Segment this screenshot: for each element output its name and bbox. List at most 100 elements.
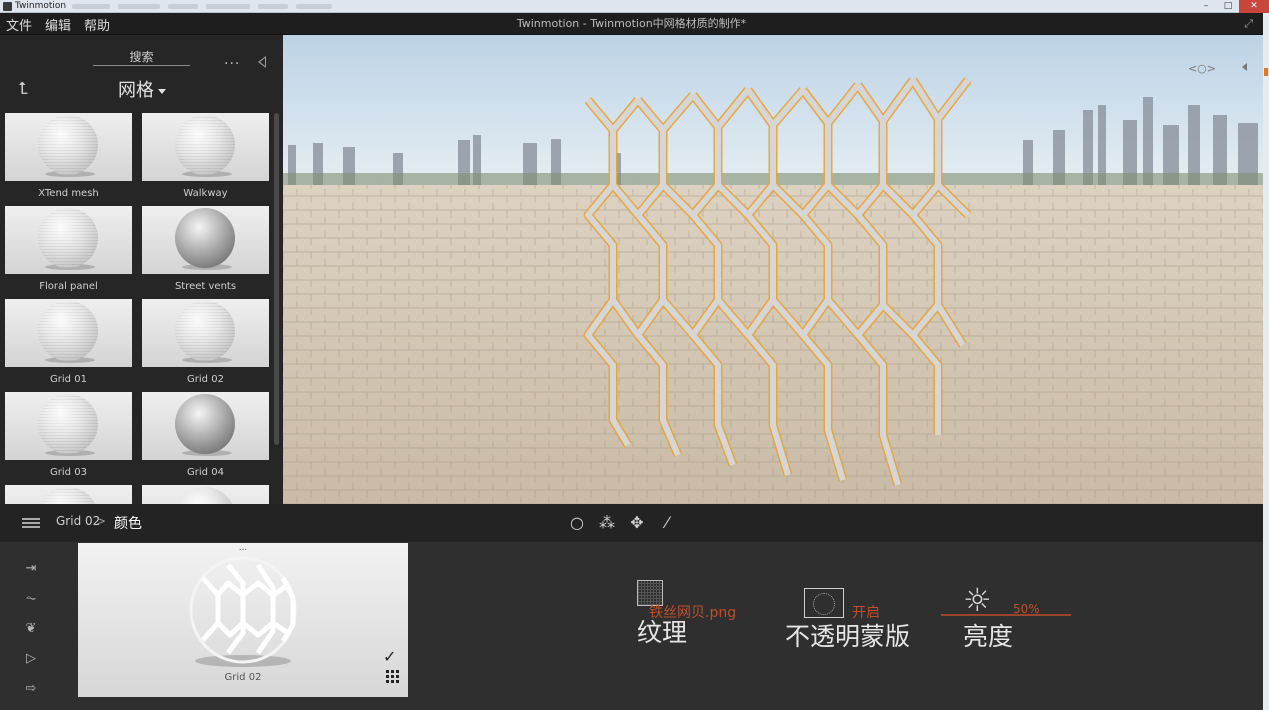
material-thumbnail (5, 299, 132, 367)
library-item[interactable]: XTend mesh (5, 113, 132, 206)
maximize-button[interactable]: □ (1217, 0, 1239, 13)
grid-menu-icon[interactable] (386, 670, 399, 683)
expand-icon[interactable]: ⤢ (1244, 17, 1253, 31)
material-thumbnail (142, 485, 269, 504)
blurred-tab (296, 4, 332, 9)
breadcrumb-section: 颜色 (114, 516, 142, 532)
library-panel: 搜索 ... ⮤ 网格 XTend mesh Walkway Floral pa… (0, 35, 283, 504)
brightness-label: 亮度 (963, 622, 1014, 651)
app-window: Twinmotion – □ ✕ Twinmotion - Twinmotion… (0, 0, 1269, 710)
blurred-tab (168, 4, 198, 9)
edge-marker (1264, 68, 1268, 76)
menu-help[interactable]: 帮助 (84, 15, 110, 34)
library-item-label: Street vents (174, 281, 237, 292)
hamburger-menu-icon[interactable] (22, 518, 40, 528)
breadcrumb-material[interactable]: Grid 02 (56, 514, 100, 528)
3d-viewport[interactable]: <○> (283, 35, 1263, 504)
waveform-icon[interactable]: ⏦ (16, 584, 46, 614)
opacity-mask-property[interactable]: 开启 不透明蒙版 (785, 578, 935, 654)
collapse-panel-icon[interactable] (258, 56, 266, 68)
material-thumbnail (5, 392, 132, 460)
category-dropdown[interactable]: 网格 (118, 76, 166, 102)
material-thumbnail (5, 206, 132, 274)
material-brush-icon[interactable]: ⁂ (592, 512, 622, 534)
select-tool-icon[interactable]: ○ (562, 512, 592, 534)
texture-property[interactable]: 铁丝网贝.png 纹理 (637, 578, 777, 654)
eyedropper-icon[interactable]: ⁄ (652, 512, 682, 534)
import-icon[interactable]: ⇥ (16, 554, 46, 584)
material-thumbnail (142, 113, 269, 181)
minimize-button[interactable]: – (1195, 0, 1217, 13)
brightness-property[interactable]: ☼ 50% 亮度 (941, 578, 1081, 654)
properties-panel: ⇥ ⏦ ❦ ▷ ⇨ ... Grid 02 ✓ 铁丝网贝.png 纹理 开启 不… (0, 542, 1263, 710)
back-arrow-icon[interactable]: ⮤ (18, 79, 28, 99)
library-item-label: Grid 04 (187, 467, 224, 478)
app-icon (3, 2, 12, 11)
window-title: Twinmotion - Twinmotion中网格材质的制作* (516, 17, 747, 30)
library-item-label: Grid 03 (50, 467, 87, 478)
library-item[interactable] (142, 485, 269, 504)
material-preview[interactable]: ... Grid 02 ✓ (78, 543, 408, 697)
preview-material-name: Grid 02 (224, 672, 262, 683)
blurred-tab (258, 4, 288, 9)
library-item[interactable]: Grid 01 (5, 299, 132, 392)
search-underline (93, 65, 190, 66)
material-thumbnail (5, 485, 132, 504)
category-label: 网格 (118, 80, 154, 101)
library-item[interactable]: Street vents (142, 206, 269, 299)
brick-pavement (283, 185, 1263, 504)
library-item-label: XTend mesh (38, 188, 99, 199)
transform-tools: ○ ⁂ ✥ ⁄ (562, 512, 682, 534)
main-menu: 文件 编辑 帮助 (6, 13, 123, 35)
more-options-icon[interactable]: ... (224, 52, 240, 68)
texture-label: 纹理 (637, 618, 688, 647)
library-item[interactable]: Walkway (142, 113, 269, 206)
os-app-name: Twinmotion (15, 1, 67, 11)
library-item[interactable]: Floral panel (5, 206, 132, 299)
viewport-scene (283, 35, 1263, 504)
library-item[interactable]: Grid 04 (142, 392, 269, 485)
library-grid: XTend mesh Walkway Floral panel Street v… (0, 113, 283, 504)
library-scrollbar[interactable] (274, 113, 279, 445)
blurred-tab (72, 4, 110, 9)
library-item[interactable] (5, 485, 132, 504)
edit-toolbar: Grid 02 > 颜色 ○ ⁂ ✥ ⁄ (0, 504, 1263, 542)
os-title-bar: Twinmotion – □ ✕ (0, 0, 1269, 13)
material-thumbnail (5, 113, 132, 181)
library-item[interactable]: Grid 02 (142, 299, 269, 392)
material-thumbnail (142, 299, 269, 367)
blurred-tab (206, 4, 250, 9)
opacity-mask-value: 开启 (852, 605, 880, 621)
visibility-eye-icon[interactable]: <○> (1188, 62, 1216, 75)
menu-file[interactable]: 文件 (6, 15, 32, 34)
material-thumbnail (142, 206, 269, 274)
caret-down-icon (158, 88, 166, 94)
menu-bar: Twinmotion - Twinmotion中网格材质的制作* 文件 编辑 帮… (0, 13, 1263, 35)
move-tool-icon[interactable]: ✥ (622, 512, 652, 534)
leaf-icon[interactable]: ❦ (16, 614, 46, 644)
opacity-mask-icon (804, 588, 844, 618)
library-tiles: XTend mesh Walkway Floral panel Street v… (5, 113, 271, 504)
library-item-label: Floral panel (39, 281, 98, 292)
library-item-label: Grid 02 (187, 374, 224, 385)
library-item[interactable]: Grid 03 (5, 392, 132, 485)
viewport-panel-arrow-icon[interactable] (1242, 63, 1247, 71)
menu-edit[interactable]: 编辑 (45, 15, 71, 34)
material-thumbnail (142, 392, 269, 460)
library-item-label: Walkway (183, 188, 228, 199)
export-icon[interactable]: ⇨ (16, 674, 46, 704)
brightness-value: 50% (1013, 602, 1040, 616)
properties-sidebar: ⇥ ⏦ ❦ ▷ ⇨ (16, 554, 46, 704)
apply-check-icon[interactable]: ✓ (383, 647, 396, 666)
search-input[interactable]: 搜索 (93, 48, 190, 65)
library-item-label: Grid 01 (50, 374, 87, 385)
window-right-edge (1263, 13, 1269, 710)
sun-icon: ☼ (963, 581, 992, 619)
breadcrumb-separator: > (96, 514, 107, 528)
blurred-tab (118, 4, 160, 9)
media-play-icon[interactable]: ▷ (16, 644, 46, 674)
close-button[interactable]: ✕ (1239, 0, 1269, 13)
brightness-slider[interactable] (941, 614, 1071, 616)
opacity-mask-label: 不透明蒙版 (785, 622, 911, 651)
window-controls: – □ ✕ (1195, 0, 1269, 13)
